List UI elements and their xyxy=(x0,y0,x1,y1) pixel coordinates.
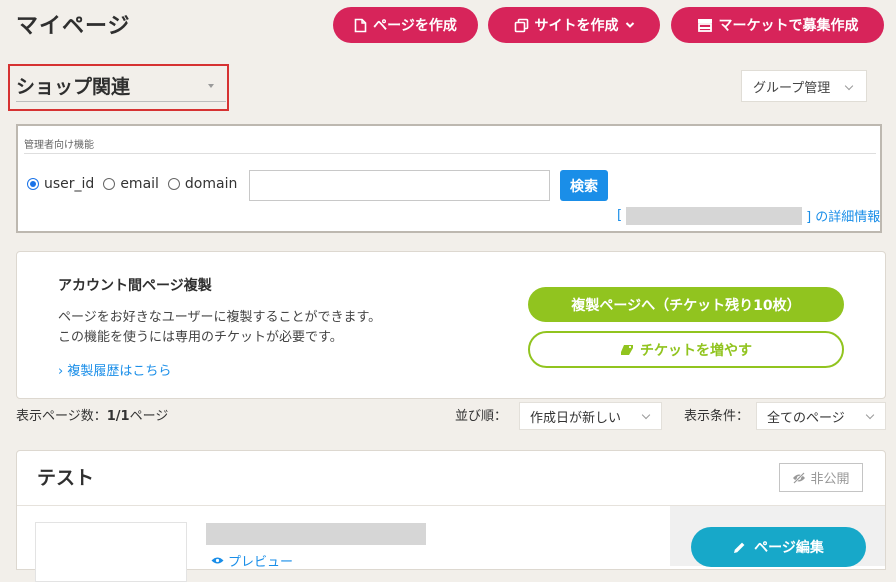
edit-page-button[interactable]: ページ編集 xyxy=(691,527,866,567)
chevron-down-icon xyxy=(625,22,634,28)
page-count: 表示ページ数：1/1ページ xyxy=(16,405,168,424)
detail-link-suffix: ] の詳細情報 xyxy=(806,210,881,225)
page-title: マイページ xyxy=(16,14,131,39)
detail-link-prefix: [ xyxy=(617,208,623,223)
sort-select-value: 作成日が新しい xyxy=(530,410,622,426)
chevron-down-icon xyxy=(865,410,875,420)
chevron-down-icon xyxy=(641,410,651,420)
filter-select-value: 全てのページ xyxy=(767,410,845,426)
radio-user-id[interactable]: user_id xyxy=(27,176,94,192)
create-site-button[interactable]: サイトを作成 xyxy=(488,7,660,43)
page-card-title: テスト xyxy=(37,467,95,489)
detail-info-link[interactable]: [ ] の詳細情報 xyxy=(617,206,880,225)
divider xyxy=(24,153,876,154)
page-thumbnail[interactable] xyxy=(35,522,187,582)
page-count-unit: ページ xyxy=(129,409,169,424)
caret-down-icon xyxy=(208,84,214,88)
create-page-label: ページを作成 xyxy=(373,18,457,34)
document-icon xyxy=(354,18,367,32)
market-recruit-button[interactable]: マーケットで募集作成 xyxy=(671,7,884,43)
radio-unchecked-icon xyxy=(167,178,180,190)
sort-label: 並び順： xyxy=(455,409,508,424)
create-page-button[interactable]: ページを作成 xyxy=(333,7,478,43)
copy-pages-icon xyxy=(514,18,528,32)
copy-panel-title: アカウント間ページ複製 xyxy=(58,278,212,294)
filter-select[interactable]: 全てのページ xyxy=(756,402,886,430)
private-badge[interactable]: 非公開 xyxy=(779,463,863,492)
eye-off-icon xyxy=(793,471,806,484)
radio-domain-label: domain xyxy=(184,176,238,192)
page-count-label: 表示ページ数： xyxy=(16,409,107,424)
radio-domain[interactable]: domain xyxy=(167,176,238,192)
radio-user-id-label: user_id xyxy=(44,176,95,192)
redacted-block xyxy=(626,206,803,225)
radio-email[interactable]: email xyxy=(103,176,159,192)
edit-page-label: ページ編集 xyxy=(754,540,824,556)
filter-label: 表示条件： xyxy=(684,409,750,424)
group-management-select[interactable]: グループ管理 xyxy=(741,70,867,102)
create-site-label: サイトを作成 xyxy=(534,18,619,34)
group-management-label: グループ管理 xyxy=(753,80,831,96)
copy-history-link[interactable]: › 複製履歴はこちら xyxy=(58,360,171,379)
pencil-icon xyxy=(734,542,745,553)
page-count-value: 1/1 xyxy=(106,409,130,424)
search-button[interactable]: 検索 xyxy=(560,170,608,201)
ticket-icon xyxy=(621,344,633,355)
group-select-underline xyxy=(16,101,226,102)
add-tickets-button[interactable]: チケットを増やす xyxy=(528,331,844,368)
redacted-block xyxy=(206,523,426,545)
admin-search-input[interactable] xyxy=(249,170,550,201)
search-type-radio-group: user_id email domain xyxy=(27,176,246,192)
radio-checked-icon xyxy=(27,178,39,190)
private-badge-label: 非公開 xyxy=(810,472,850,487)
sort-select[interactable]: 作成日が新しい xyxy=(519,402,662,430)
chevron-down-icon xyxy=(844,81,854,91)
copy-page-button[interactable]: 複製ページへ（チケット残り10枚） xyxy=(528,287,844,322)
copy-desc-line2: この機能を使うには専用のチケットが必要です。 xyxy=(58,330,343,345)
copy-desc-line1: ページをお好きなユーザーに複製することができます。 xyxy=(58,310,382,325)
radio-unchecked-icon xyxy=(103,178,116,190)
group-select-value: ショップ関連 xyxy=(16,76,131,98)
radio-email-label: email xyxy=(120,176,159,192)
market-recruit-label: マーケットで募集作成 xyxy=(718,18,859,34)
add-tickets-label: チケットを増やす xyxy=(640,342,752,359)
admin-panel-title: 管理者向け機能 xyxy=(24,140,94,151)
store-icon xyxy=(697,19,712,32)
copy-panel-description: ページをお好きなユーザーに複製することができます。 この機能を使うには専用のチケ… xyxy=(58,308,381,348)
